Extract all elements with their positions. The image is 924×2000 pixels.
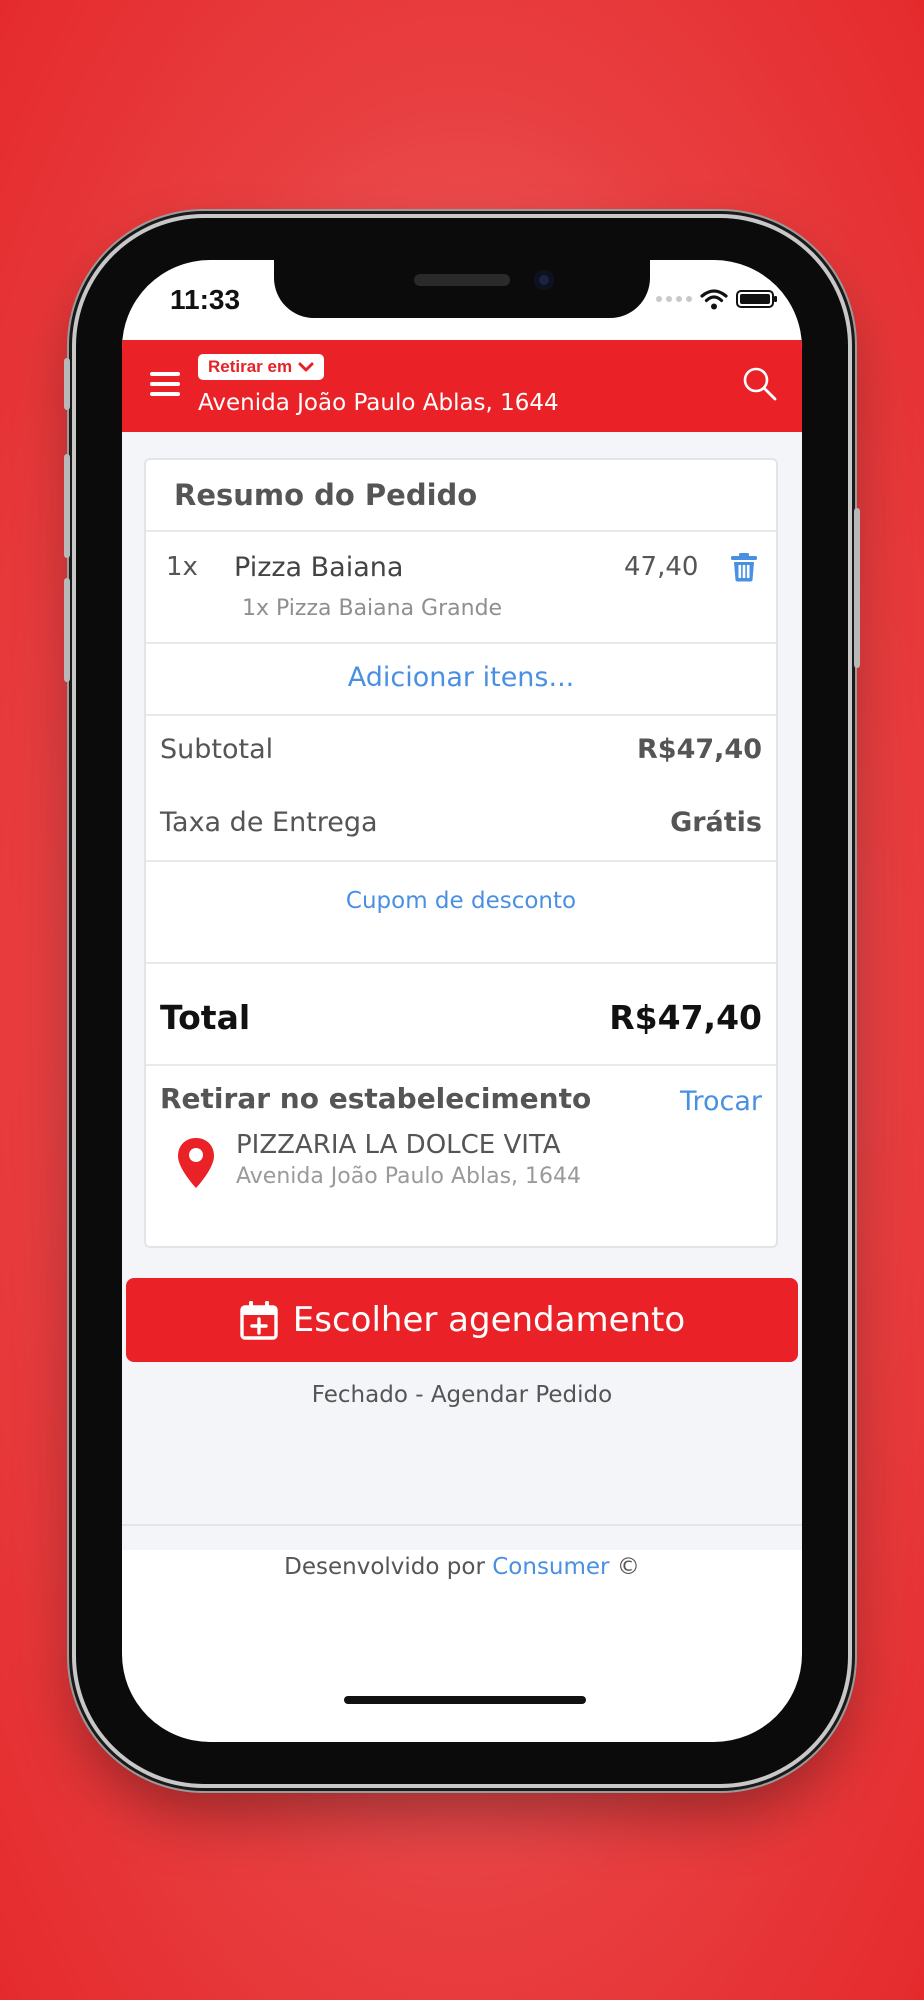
wifi-icon <box>700 289 728 310</box>
item-detail: 1x Pizza Baiana Grande <box>242 596 503 621</box>
closed-status-text: Fechado - Agendar Pedido <box>311 1382 613 1408</box>
choose-schedule-button[interactable]: Escolher agendamento <box>126 1278 798 1362</box>
subtotal-value: R$47,40 <box>637 734 762 765</box>
store-name: PIZZARIA LA DOLCE VITA <box>236 1130 561 1160</box>
delivery-fee-value: Grátis <box>670 807 762 838</box>
map-pin-icon <box>178 1138 214 1188</box>
footer-prefix: Desenvolvido por <box>284 1554 485 1580</box>
divider <box>146 1064 776 1066</box>
pickup-mode-label: Retirar em <box>208 357 293 376</box>
choose-schedule-label: Escolher agendamento <box>292 1300 686 1340</box>
divider <box>146 530 776 532</box>
silent-switch <box>64 358 70 410</box>
status-time: 11:33 <box>170 284 241 315</box>
item-name: Pizza Baiana <box>234 552 404 583</box>
footer-brand-link[interactable]: Consumer <box>492 1554 609 1580</box>
store-address: Avenida João Paulo Ablas, 1644 <box>236 1164 582 1189</box>
app-header: Retirar em Avenida João Paulo Ablas, 164… <box>122 340 802 432</box>
phone-screen: 11:33 Retirar em Avenida João Paulo Abla… <box>122 260 802 1742</box>
divider <box>146 962 776 964</box>
footer-credit: Desenvolvido por Consumer © <box>122 1554 802 1580</box>
total-value: R$47,40 <box>609 998 762 1037</box>
header-address: Avenida João Paulo Ablas, 1644 <box>198 390 559 416</box>
power-button <box>854 508 860 668</box>
search-icon[interactable] <box>740 364 780 404</box>
volume-up-button <box>64 454 70 558</box>
add-items-link[interactable]: Adicionar itens... <box>146 662 776 693</box>
volume-down-button <box>64 578 70 682</box>
delivery-fee-label: Taxa de Entrega <box>160 807 378 838</box>
divider <box>122 1524 802 1526</box>
battery-icon <box>736 290 777 308</box>
footer-suffix: © <box>616 1554 640 1580</box>
item-quantity: 1x <box>166 552 198 582</box>
order-summary-card: Resumo do Pedido 1x Pizza Baiana 47,40 1… <box>144 458 778 1248</box>
divider <box>146 642 776 644</box>
front-camera <box>534 270 554 290</box>
total-label: Total <box>160 998 251 1037</box>
item-price: 47,40 <box>624 552 699 582</box>
menu-icon[interactable] <box>150 372 180 398</box>
trash-icon[interactable] <box>730 552 758 582</box>
main-content: Resumo do Pedido 1x Pizza Baiana 47,40 1… <box>122 432 802 1580</box>
divider <box>146 860 776 862</box>
pickup-mode-button[interactable]: Retirar em <box>198 354 325 380</box>
status-icons <box>656 288 777 310</box>
chevron-down-icon <box>298 362 314 372</box>
divider <box>146 714 776 716</box>
coupon-link[interactable]: Cupom de desconto <box>146 888 776 914</box>
card-title: Resumo do Pedido <box>174 478 478 512</box>
home-indicator[interactable] <box>344 1696 586 1704</box>
notch <box>274 260 650 318</box>
pickup-title: Retirar no estabelecimento <box>160 1082 592 1115</box>
calendar-plus-icon <box>240 1301 278 1340</box>
swap-location-link[interactable]: Trocar <box>680 1086 762 1117</box>
signal-icon <box>656 296 692 302</box>
subtotal-label: Subtotal <box>160 734 274 765</box>
phone-frame: 11:33 Retirar em Avenida João Paulo Abla… <box>64 218 860 1784</box>
speaker <box>414 274 510 286</box>
